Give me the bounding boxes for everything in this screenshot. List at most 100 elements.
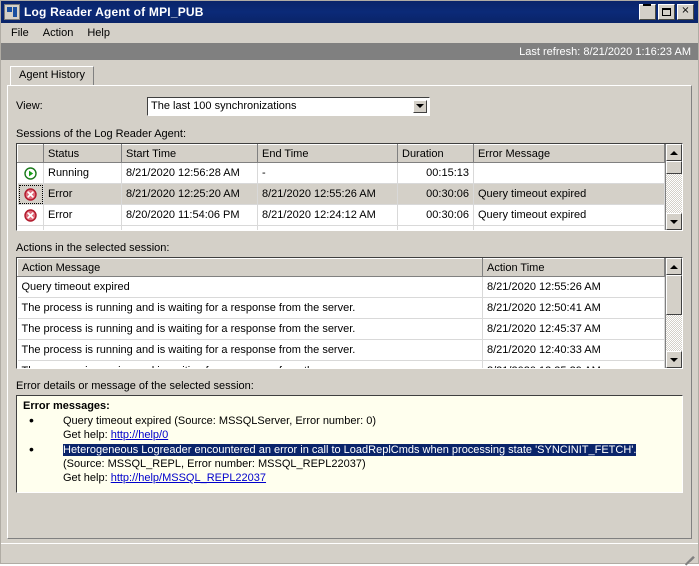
resize-grip-icon[interactable] [682, 548, 696, 566]
title-bar: Log Reader Agent of MPI_PUB × [1, 1, 698, 23]
scrollbar-thumb[interactable] [666, 275, 682, 315]
error-messages-title: Error messages: [23, 400, 110, 412]
error-icon-svg [28, 229, 32, 230]
actions-col-time[interactable]: Action Time [482, 258, 665, 277]
sessions-col-icon[interactable] [17, 144, 44, 163]
menu-item-help[interactable]: Help [80, 25, 117, 41]
minimize-button[interactable] [639, 4, 656, 20]
session-end-time: 8/21/2020 12:24:12 AM [257, 204, 398, 226]
running-icon-svg [24, 166, 37, 180]
table-row[interactable]: Error 8/21/2020 12:25:20 AM 8/21/2020 12… [17, 183, 665, 205]
action-message: The process is running and is waiting fo… [17, 339, 483, 361]
table-row[interactable]: Running 8/21/2020 12:56:28 AM - 00:15:13 [17, 162, 665, 184]
scrollbar-track[interactable] [666, 161, 682, 213]
actions-scrollbar[interactable] [665, 258, 682, 368]
last-refresh-bar: Last refresh: 8/21/2020 1:16:23 AM [1, 43, 698, 60]
error-message-text: Query timeout expired (Source: MSSQLServ… [63, 415, 377, 427]
action-message: Query timeout expired [17, 276, 483, 298]
actions-table: Action Message Action Time Query timeout… [17, 258, 665, 368]
action-message: The process is running and is waiting fo… [17, 318, 483, 340]
tab-strip: Agent History [10, 65, 692, 85]
client-area: Agent History View: The last 100 synchro… [1, 60, 698, 541]
table-row[interactable]: The process is running and is waiting fo… [17, 318, 665, 340]
actions-grid: Action Message Action Time Query timeout… [16, 257, 683, 369]
table-row[interactable]: Error 8/20/2020 11:54:06 PM 8/21/2020 12… [17, 204, 665, 226]
actions-label: Actions in the selected session: [16, 242, 170, 254]
window-title: Log Reader Agent of MPI_PUB [24, 5, 204, 19]
chevron-down-icon[interactable] [413, 99, 427, 113]
session-error-message: Query timeout expired [473, 183, 665, 205]
session-status: Error [43, 204, 122, 226]
close-button[interactable]: × [677, 4, 694, 20]
action-time: 8/21/2020 12:50:41 AM [482, 297, 665, 319]
error-message-text: (Source: MSSQL_REPL, Error number: MSSQL… [63, 458, 366, 470]
session-status: Error [43, 225, 122, 230]
error-details-panel: Error messages: Query timeout expired (S… [16, 395, 683, 493]
action-time: 8/21/2020 12:45:37 AM [482, 318, 665, 340]
help-link[interactable]: http://help/0 [111, 429, 169, 441]
maximize-button[interactable] [658, 4, 675, 20]
sessions-table: Status Start Time End Time Duration Erro… [17, 144, 665, 230]
session-end-time: - [257, 162, 398, 184]
session-start-time: 8/20/2020 11:54:06 PM [121, 204, 258, 226]
session-duration: 00:30:06 [397, 183, 474, 205]
sessions-grid-body: Status Start Time End Time Duration Erro… [17, 144, 665, 230]
sessions-col-status[interactable]: Status [43, 144, 122, 163]
action-time: 8/21/2020 12:40:33 AM [482, 339, 665, 361]
session-error-message: Query timeout expired [473, 204, 665, 226]
scrollbar-thumb[interactable] [666, 161, 682, 174]
sessions-scrollbar[interactable] [665, 144, 682, 230]
get-help-label: Get help: [63, 429, 111, 441]
view-row: View: The last 100 synchronizations [16, 96, 683, 116]
session-duration: 00:15:13 [397, 162, 474, 184]
sessions-col-error-message[interactable]: Error Message [473, 144, 665, 163]
view-dropdown-value: The last 100 synchronizations [151, 100, 297, 112]
sessions-col-end-time[interactable]: End Time [257, 144, 398, 163]
log-reader-agent-window: Log Reader Agent of MPI_PUB × File Actio… [0, 0, 699, 566]
error-message-highlighted: Heterogeneous Logreader encountered an e… [63, 444, 637, 456]
scrollbar-track[interactable] [666, 275, 682, 351]
menu-item-file[interactable]: File [4, 25, 36, 41]
error-icon-svg [24, 187, 37, 201]
scroll-up-button[interactable] [666, 258, 682, 275]
table-row[interactable]: Query timeout expired 8/21/2020 12:55:26… [17, 276, 665, 298]
list-item: Query timeout expired (Source: MSSQLServ… [23, 413, 676, 442]
error-icon-svg [24, 208, 37, 222]
sessions-col-duration[interactable]: Duration [397, 144, 474, 163]
scroll-down-button[interactable] [666, 213, 682, 230]
action-time: 8/21/2020 12:55:26 AM [482, 276, 665, 298]
session-duration: 00:30:06 [397, 204, 474, 226]
action-message: The process is running and is waiting fo… [17, 360, 483, 368]
tab-agent-history[interactable]: Agent History [10, 66, 95, 85]
error-messages-list: Query timeout expired (Source: MSSQLServ… [23, 413, 676, 485]
sessions-header-row: Status Start Time End Time Duration Erro… [17, 144, 665, 163]
action-time: 8/21/2020 12:35:29 AM [482, 360, 665, 368]
window-controls: × [639, 4, 696, 20]
table-row[interactable]: The process is running and is waiting fo… [17, 360, 665, 368]
error-icon [17, 183, 44, 205]
sessions-label: Sessions of the Log Reader Agent: [16, 128, 187, 140]
actions-col-message[interactable]: Action Message [17, 258, 483, 277]
view-dropdown[interactable]: The last 100 synchronizations [147, 96, 430, 116]
session-status: Running [43, 162, 122, 184]
session-end-time: 8/21/2020 12:55:26 AM [257, 183, 398, 205]
menu-bar: File Action Help [1, 23, 698, 43]
last-refresh-text: Last refresh: 8/21/2020 1:16:23 AM [519, 45, 691, 58]
table-row[interactable]: The process is running and is waiting fo… [17, 297, 665, 319]
action-message: The process is running and is waiting fo… [17, 297, 483, 319]
error-icon [17, 204, 44, 226]
sessions-col-start-time[interactable]: Start Time [121, 144, 258, 163]
tab-page-agent-history: View: The last 100 synchronizations Sess… [7, 85, 692, 539]
session-duration: 00:30:06 [397, 225, 474, 230]
view-label: View: [16, 100, 43, 112]
session-error-message: Query timeout expired [473, 225, 665, 230]
scroll-down-button[interactable] [666, 351, 682, 368]
session-start-time: 8/20/2020 11:22:56 PM [121, 225, 258, 230]
actions-grid-body: Action Message Action Time Query timeout… [17, 258, 665, 368]
menu-item-action[interactable]: Action [36, 25, 81, 41]
help-link[interactable]: http://help/MSSQL_REPL22037 [111, 472, 266, 484]
table-row[interactable]: The process is running and is waiting fo… [17, 339, 665, 361]
scroll-up-button[interactable] [666, 144, 682, 161]
table-row[interactable]: Error 8/20/2020 11:22:56 PM 8/20/2020 11… [17, 225, 665, 230]
session-start-time: 8/21/2020 12:25:20 AM [121, 183, 258, 205]
